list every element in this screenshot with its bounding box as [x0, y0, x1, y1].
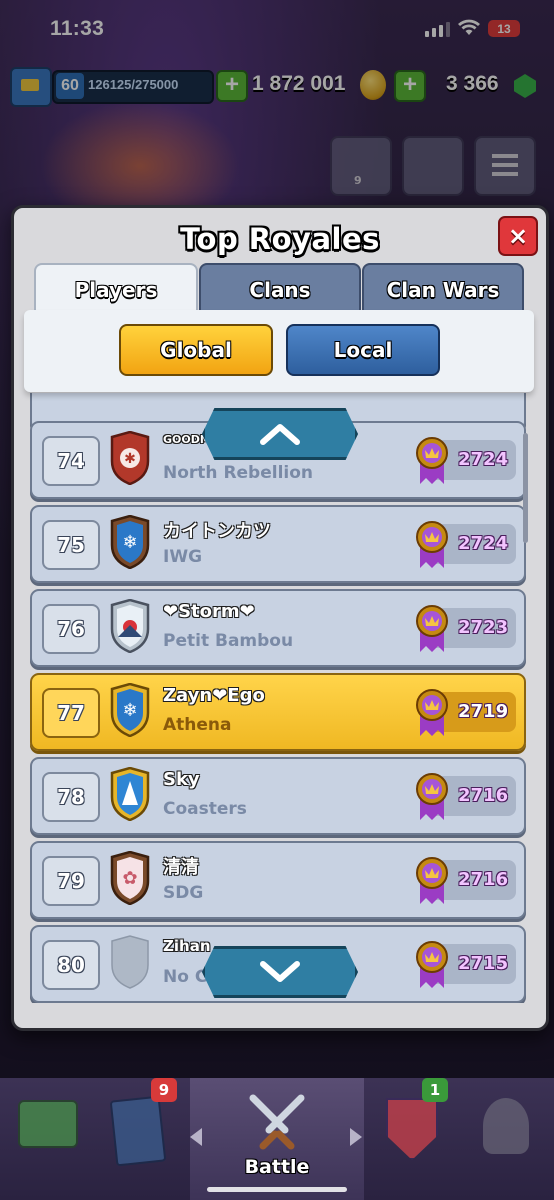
modal-title: Top Royales [180, 222, 380, 256]
close-button[interactable]: × [498, 216, 538, 256]
trophy-icon [416, 605, 448, 652]
clan-badge-icon: ❄ [108, 682, 152, 738]
trophy-count: 2724 [458, 533, 509, 554]
trophy-icon [416, 857, 448, 904]
trophy-count: 2716 [458, 869, 509, 890]
clan-badge-icon [108, 598, 152, 654]
trophy-display: 2724 [416, 437, 516, 484]
nav-clan[interactable]: 1 [364, 1078, 459, 1200]
nav-battle[interactable]: Battle [190, 1078, 364, 1200]
battle-label: Battle [244, 1156, 310, 1178]
table-row[interactable]: 75 ❄ カイトンカツ IWG 2724 [30, 505, 526, 583]
tab-bar: Players Clans Clan Wars [34, 263, 524, 317]
trophy-icon [416, 941, 448, 988]
trophy-count: 2719 [458, 701, 509, 722]
clan-notification-badge: 1 [422, 1078, 448, 1102]
clan-name: North Rebellion [163, 463, 314, 483]
clan-name: IWG [163, 547, 203, 567]
cards-icon [109, 1095, 167, 1167]
trophy-count: 2716 [458, 785, 509, 806]
nav-events[interactable] [459, 1078, 554, 1200]
tab-players[interactable]: Players [34, 263, 198, 315]
chevron-left-icon [190, 1128, 202, 1146]
player-name: Zayn❤Ego [163, 685, 265, 706]
nav-cards[interactable]: 9 [95, 1078, 190, 1200]
rank-number: 77 [42, 688, 100, 738]
tab-clans[interactable]: Clans [199, 263, 361, 317]
scope-toggle-panel: Global Local [24, 310, 534, 392]
chevron-down-icon [260, 961, 300, 982]
clan-name: Athena [163, 715, 232, 735]
svg-text:❄: ❄ [122, 700, 137, 721]
trophy-icon [416, 521, 448, 568]
close-icon: × [507, 222, 529, 250]
trophy-display: 2716 [416, 857, 516, 904]
clan-name: Coasters [163, 799, 247, 819]
crossed-swords-icon [249, 1094, 305, 1150]
trophy-display: 2724 [416, 521, 516, 568]
svg-text:❄: ❄ [122, 532, 137, 553]
player-name: カイトンカツ [163, 521, 271, 542]
trophy-display: 2723 [416, 605, 516, 652]
clan-badge-icon: ✿ [108, 850, 152, 906]
trophy-display: 2715 [416, 941, 516, 988]
table-row[interactable]: 79 ✿ 清清 SDG 2716 [30, 841, 526, 919]
bottom-nav: 9 Battle 1 [0, 1078, 554, 1200]
table-row[interactable]: 78 Sky Coasters 2716 [30, 757, 526, 835]
scroll-up-button[interactable] [202, 408, 358, 460]
top-royales-modal: Top Royales × Players Clans Clan Wars Gl… [11, 205, 549, 1031]
home-indicator[interactable] [207, 1187, 347, 1192]
rank-number: 75 [42, 520, 100, 570]
table-row[interactable]: 76 ❤Storm❤ Petit Bambou 2723 [30, 589, 526, 667]
scrollbar[interactable] [523, 433, 528, 543]
player-name: Sky [163, 769, 200, 790]
svg-text:✱: ✱ [124, 451, 136, 467]
clan-badge-icon [108, 766, 152, 822]
trophy-count: 2715 [458, 953, 509, 974]
clan-badge-icon: ✱ [108, 430, 152, 486]
trophy-display: 2716 [416, 773, 516, 820]
trophy-icon [416, 773, 448, 820]
player-name: ❤Storm❤ [163, 601, 255, 622]
trophy-icon [416, 437, 448, 484]
svg-text:✿: ✿ [122, 868, 137, 889]
trophy-count: 2724 [458, 449, 509, 470]
clan-shield-icon [386, 1098, 438, 1160]
local-button[interactable]: Local [286, 324, 440, 376]
clan-name: SDG [163, 883, 204, 903]
trophy-display: 2719 [416, 689, 516, 736]
laurel-icon [483, 1098, 529, 1154]
chevron-up-icon [260, 424, 300, 445]
tab-clan-wars[interactable]: Clan Wars [362, 263, 524, 317]
player-name: Zihan [163, 937, 211, 955]
clan-badge-icon: ❄ [108, 514, 152, 570]
rank-number: 79 [42, 856, 100, 906]
player-name: 清清 [163, 857, 199, 878]
cards-notification-badge: 9 [151, 1078, 177, 1102]
rank-number: 80 [42, 940, 100, 990]
scroll-down-button[interactable] [202, 946, 358, 998]
clan-name: Petit Bambou [163, 631, 294, 651]
rank-number: 74 [42, 436, 100, 486]
table-row-self[interactable]: 77 ❄ Zayn❤Ego Athena 2719 [30, 673, 526, 751]
chevron-right-icon [350, 1128, 362, 1146]
global-button[interactable]: Global [119, 324, 273, 376]
nav-shop[interactable] [0, 1078, 95, 1200]
chest-icon [18, 1100, 78, 1148]
rank-number: 78 [42, 772, 100, 822]
clan-badge-icon [108, 935, 152, 989]
rank-number: 76 [42, 604, 100, 654]
trophy-count: 2723 [458, 617, 509, 638]
trophy-icon [416, 689, 448, 736]
leaderboard-list[interactable]: 74 ✱ GOODM... North Rebellion 2724 75 ❄ … [22, 393, 532, 1003]
